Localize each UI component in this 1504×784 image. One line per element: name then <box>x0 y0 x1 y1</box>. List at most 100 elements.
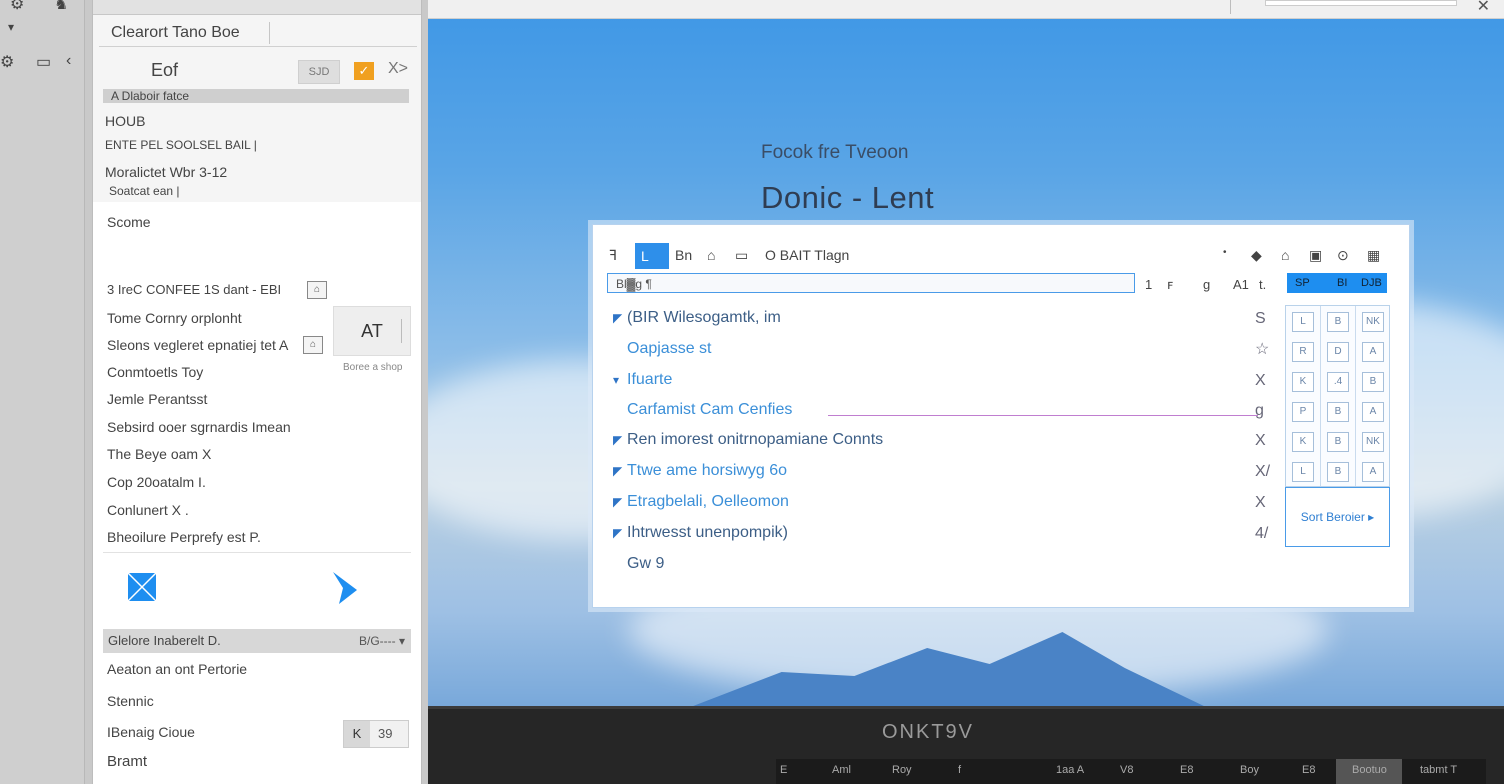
dock-item[interactable]: E8 <box>1302 764 1315 776</box>
list-item[interactable]: Jemle Perantsst <box>107 391 207 407</box>
chevron-down-icon[interactable]: ▾ <box>8 20 14 34</box>
mail-icon[interactable] <box>127 572 157 602</box>
list-item[interactable]: Oapjasse st <box>613 340 711 362</box>
row-action[interactable]: 4/ <box>1255 525 1268 543</box>
view-toggle[interactable]: SP <box>1295 273 1310 293</box>
list-item[interactable]: ▾ Ifuarte <box>613 371 672 393</box>
footer-item[interactable]: Aeaton an ont Pertorie <box>107 661 247 677</box>
grid-cell[interactable]: B <box>1327 462 1349 482</box>
grid-cell[interactable]: P <box>1292 402 1314 422</box>
toolbar-item[interactable]: ꟻ <box>609 247 617 264</box>
grid-cell[interactable]: .4 <box>1327 372 1349 392</box>
dock-item[interactable]: Aml <box>832 764 851 776</box>
list-item[interactable]: Conlunert X . <box>107 502 189 518</box>
grid-cell[interactable]: A <box>1362 342 1384 362</box>
window-icon[interactable]: ▭ <box>735 247 748 264</box>
dock-item[interactable]: E8 <box>1180 764 1193 776</box>
sort-button[interactable]: Sort Beroier ▸ <box>1285 487 1390 547</box>
tool-item[interactable]: A1 <box>1233 277 1249 292</box>
list-item[interactable]: ◤ Ren imorest onitrnopamiane Connts <box>613 431 883 453</box>
view-toggle[interactable]: DJB <box>1361 273 1382 293</box>
dock-item[interactable]: Roy <box>892 764 912 776</box>
image-icon[interactable]: ⌂ <box>303 336 323 354</box>
tool-item[interactable]: ꜰ <box>1167 277 1173 293</box>
tool-item[interactable]: 1 <box>1145 277 1152 292</box>
grid-cell[interactable]: NK <box>1362 432 1384 452</box>
close-icon[interactable]: X <box>1255 372 1266 390</box>
list-item[interactable]: Bheoilure Perprefy est P. <box>107 529 261 545</box>
dock-item[interactable]: 1aa A <box>1056 764 1084 776</box>
toolbar-item-selected[interactable]: L <box>635 243 669 269</box>
list-item[interactable]: 3 IreC CONFEE 1S dant - EBI <box>107 282 281 297</box>
list-item[interactable]: Carfamist Cam Cenfies <box>613 401 792 423</box>
dock-item[interactable]: E <box>780 764 787 776</box>
send-icon[interactable] <box>331 570 359 606</box>
chevron-left-icon[interactable]: ‹ <box>66 52 71 70</box>
grid-cell[interactable]: K <box>1292 432 1314 452</box>
star-icon[interactable]: ☆ <box>1255 339 1269 359</box>
list-item[interactable]: Sebsird ooer sgrnardis Imean <box>107 419 291 435</box>
close-icon[interactable]: ✕ <box>1477 0 1490 16</box>
toggle-pill[interactable]: K 39 <box>343 720 409 748</box>
footer-item[interactable]: Stennic <box>107 693 154 709</box>
list-item[interactable]: The Beye oam X <box>107 446 211 462</box>
list-item[interactable]: Cop 20oatalm I. <box>107 474 206 490</box>
tool-item[interactable]: t. <box>1259 277 1266 292</box>
close-icon[interactable]: X/ <box>1255 463 1270 481</box>
check-button[interactable]: ✓ <box>354 62 374 80</box>
user-icon[interactable]: ⊙ <box>1337 247 1349 264</box>
grid-cell[interactable]: L <box>1292 312 1314 332</box>
row-action[interactable]: S <box>1255 310 1266 328</box>
dock-item[interactable]: tabmt T <box>1420 764 1457 776</box>
grid-cell[interactable]: B <box>1327 432 1349 452</box>
grid-cell[interactable]: NK <box>1362 312 1384 332</box>
folder-icon[interactable]: ▭ <box>36 52 51 72</box>
toolbar-item[interactable]: O BAIT Tlagn <box>765 247 849 263</box>
image-icon[interactable]: ⌂ <box>307 281 327 299</box>
list-item[interactable]: Gw 9 <box>613 555 664 577</box>
tool-item[interactable]: g <box>1203 277 1210 292</box>
card-input[interactable]: Bl▓g ¶ <box>607 273 1135 293</box>
list-item[interactable]: ◤ Ihtrwesst unenpompik) <box>613 524 788 546</box>
footer-item[interactable]: Bramt <box>107 753 147 770</box>
home-icon[interactable]: ⌂ <box>1281 247 1289 263</box>
chevron-left-icon[interactable]: K <box>344 721 370 747</box>
grid-cell[interactable]: A <box>1362 462 1384 482</box>
list-item[interactable]: ◤ Etragbelali, Oelleomon <box>613 493 789 515</box>
grid-cell[interactable]: A <box>1362 402 1384 422</box>
grid-icon[interactable]: ▦ <box>1367 247 1380 264</box>
dropdown[interactable]: B/G---- ▾ <box>359 629 405 653</box>
dock-item[interactable]: Boy <box>1240 764 1259 776</box>
list-item[interactable]: ◤ (BIR Wilesogamtk, im <box>613 309 781 331</box>
tools-icon[interactable]: ⚙ <box>0 52 14 72</box>
list-item[interactable]: Tome Cornry orplonht <box>107 310 242 326</box>
grid-cell[interactable]: D <box>1327 342 1349 362</box>
at-button[interactable]: AT <box>333 306 411 356</box>
grid-cell[interactable]: K <box>1292 372 1314 392</box>
search-input[interactable] <box>1265 0 1457 6</box>
layout-button[interactable]: SJD <box>298 60 340 84</box>
grid-cell[interactable]: B <box>1362 372 1384 392</box>
list-item[interactable]: ◤ Ttwe ame horsiwyg 6o <box>613 462 787 484</box>
grid-cell[interactable]: B <box>1327 402 1349 422</box>
dock-item[interactable]: V8 <box>1120 764 1133 776</box>
dock-item[interactable]: f <box>958 764 961 776</box>
row-action[interactable]: g <box>1255 402 1264 420</box>
dot-icon[interactable]: • <box>1223 247 1227 258</box>
list-item[interactable]: Sleons vegleret epnatiej tet A <box>107 337 288 353</box>
toolbar-item[interactable]: Bn <box>675 247 692 263</box>
close-icon[interactable]: X <box>1255 494 1266 512</box>
footer-item[interactable]: IBenaig Cioue <box>107 724 195 740</box>
home-icon[interactable]: ⌂ <box>707 247 715 263</box>
dock-item[interactable]: Bootuo <box>1352 764 1387 776</box>
close-icon[interactable]: X> <box>388 60 408 78</box>
close-icon[interactable]: X <box>1255 432 1266 450</box>
tools-icon[interactable]: ⚙ <box>10 0 24 14</box>
pen-icon[interactable]: ◆ <box>1251 247 1262 264</box>
bird-icon[interactable]: ♞ <box>54 0 68 14</box>
view-toggle[interactable]: BI <box>1337 273 1347 293</box>
grid-cell[interactable]: B <box>1327 312 1349 332</box>
grid-cell[interactable]: L <box>1292 462 1314 482</box>
grid-cell[interactable]: R <box>1292 342 1314 362</box>
list-item[interactable]: Conmtoetls Toy <box>107 364 203 380</box>
